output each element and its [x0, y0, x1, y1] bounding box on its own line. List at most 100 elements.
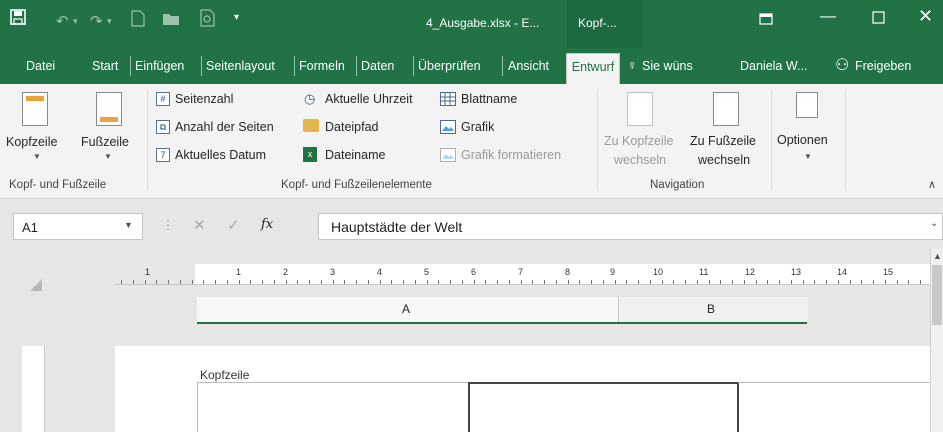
ruler-tick	[203, 280, 204, 284]
folder-icon	[303, 119, 319, 132]
ruler-tick	[192, 280, 193, 284]
current-time-button[interactable]: Aktuelle Uhrzeit	[325, 92, 413, 106]
page-count-button[interactable]: Anzahl der Seiten	[175, 120, 274, 134]
ruler-number: 7	[518, 267, 524, 277]
enter-icon[interactable]: ✓	[227, 216, 240, 234]
group-label-navigation: Navigation	[650, 179, 705, 191]
save-icon[interactable]	[10, 9, 26, 29]
redo-icon[interactable]: ↷	[90, 12, 103, 30]
chevron-down-icon[interactable]: ▼	[33, 152, 41, 161]
open-icon[interactable]	[162, 11, 180, 30]
undo-dropdown-icon[interactable]: ▾	[73, 16, 78, 27]
print-preview-icon[interactable]	[200, 9, 216, 31]
goto-footer-button[interactable]: Zu Fußzeile	[690, 134, 756, 148]
options-button[interactable]: Optionen	[777, 133, 828, 147]
file-name-button[interactable]: Dateiname	[325, 148, 385, 162]
cancel-icon[interactable]: ✕	[193, 216, 206, 234]
close-icon[interactable]: ✕	[918, 6, 933, 27]
ruler-number: 6	[471, 267, 477, 277]
ruler-tick	[626, 280, 627, 284]
formula-input[interactable]: Hauptstädte der Welt	[318, 213, 943, 240]
current-date-button[interactable]: Aktuelles Datum	[175, 148, 266, 162]
tab-datei[interactable]: Datei	[26, 59, 55, 73]
scroll-thumb[interactable]	[932, 265, 942, 325]
maximize-icon[interactable]	[872, 11, 885, 29]
tab-separator	[356, 56, 357, 76]
ruler-tick	[556, 280, 557, 284]
header-button[interactable]: Kopfzeile	[6, 135, 57, 149]
insert-function-icon[interactable]: fx	[261, 217, 273, 232]
expand-formula-icon[interactable]: ⌄	[930, 218, 938, 229]
ruler-number: 12	[745, 267, 756, 277]
ruler-tick	[297, 280, 298, 284]
ruler-tick	[391, 280, 392, 284]
file-path-button[interactable]: Dateipfad	[325, 120, 379, 134]
ruler-tick	[427, 280, 428, 284]
ruler-number: 4	[377, 267, 383, 277]
ruler-tick	[885, 280, 886, 284]
redo-dropdown-icon[interactable]: ▾	[107, 16, 112, 27]
name-box-value: A1	[22, 220, 38, 235]
ruler-number: 10	[653, 267, 664, 277]
footer-button[interactable]: Fußzeile	[81, 135, 129, 149]
tab-ansicht[interactable]: Ansicht	[508, 59, 549, 73]
excel-file-icon: x	[303, 147, 317, 162]
tab-entwurf[interactable]: Entwurf	[566, 53, 620, 85]
ruler-tick	[685, 280, 686, 284]
vertical-scrollbar[interactable]: ▲	[930, 249, 943, 432]
ruler-tick	[521, 280, 522, 284]
group-separator	[845, 90, 846, 190]
chevron-down-icon[interactable]: ▼	[104, 152, 112, 161]
customize-icon[interactable]: ▾	[234, 12, 239, 23]
format-picture-button[interactable]: Grafik formatieren	[461, 148, 561, 162]
picture-button[interactable]: Grafik	[461, 120, 494, 134]
group-label-header-footer: Kopf- und Fußzeile	[9, 179, 107, 191]
ribbon-display-icon[interactable]	[759, 12, 773, 30]
tab-seitenlayout[interactable]: Seitenlayout	[206, 59, 275, 73]
goto-header-button[interactable]: Zu Kopfzeile	[604, 134, 673, 148]
collapse-ribbon-icon[interactable]: ∧	[928, 178, 936, 191]
ruler-tick	[274, 280, 275, 284]
header-section-right[interactable]	[738, 382, 930, 432]
tab-einfuegen[interactable]: Einfügen	[135, 59, 184, 73]
chevron-down-icon[interactable]: ▼	[124, 220, 133, 230]
page-number-button[interactable]: Seitenzahl	[175, 92, 233, 106]
tab-ueberpruefen[interactable]: Überprüfen	[418, 59, 481, 73]
chevron-down-icon[interactable]: ▼	[804, 152, 812, 161]
name-box[interactable]: A1 ▼	[13, 213, 143, 240]
ruler-tick	[850, 280, 851, 284]
sheet-name-button[interactable]: Blattname	[461, 92, 517, 106]
ruler-tick	[615, 280, 616, 284]
tab-formeln[interactable]: Formeln	[299, 59, 345, 73]
ruler-tick	[591, 280, 592, 284]
header-section-center[interactable]	[468, 382, 739, 432]
tab-separator	[130, 56, 131, 76]
ruler-tick	[662, 280, 663, 284]
ruler-tick	[544, 280, 545, 284]
tell-me-input[interactable]: Sie wüns	[642, 59, 693, 73]
ruler-tick	[121, 280, 122, 284]
ruler-tick	[744, 280, 745, 284]
scroll-up-icon[interactable]: ▲	[933, 251, 942, 261]
ruler-tick	[650, 280, 651, 284]
ruler-tick	[814, 280, 815, 284]
ruler-tick	[380, 280, 381, 284]
goto-header-icon	[627, 92, 653, 126]
ruler-margin	[115, 264, 195, 284]
minimize-icon[interactable]: —	[820, 8, 836, 26]
ruler-tick	[286, 280, 287, 284]
ruler-tick	[697, 280, 698, 284]
new-icon[interactable]	[131, 10, 145, 31]
column-header-b[interactable]: B	[618, 297, 808, 322]
ruler-tick	[356, 280, 357, 284]
select-all-corner[interactable]	[30, 279, 42, 291]
share-button[interactable]: Freigeben	[855, 59, 911, 73]
tab-daten[interactable]: Daten	[361, 59, 394, 73]
tab-start[interactable]: Start	[92, 59, 118, 73]
undo-icon[interactable]: ↶	[56, 12, 69, 30]
ruler-tick	[156, 280, 157, 284]
header-section-left[interactable]	[197, 382, 469, 432]
user-name[interactable]: Daniela W...	[740, 59, 807, 73]
ruler-number: 1	[236, 267, 242, 277]
page-count-icon: ⧉	[156, 120, 170, 134]
